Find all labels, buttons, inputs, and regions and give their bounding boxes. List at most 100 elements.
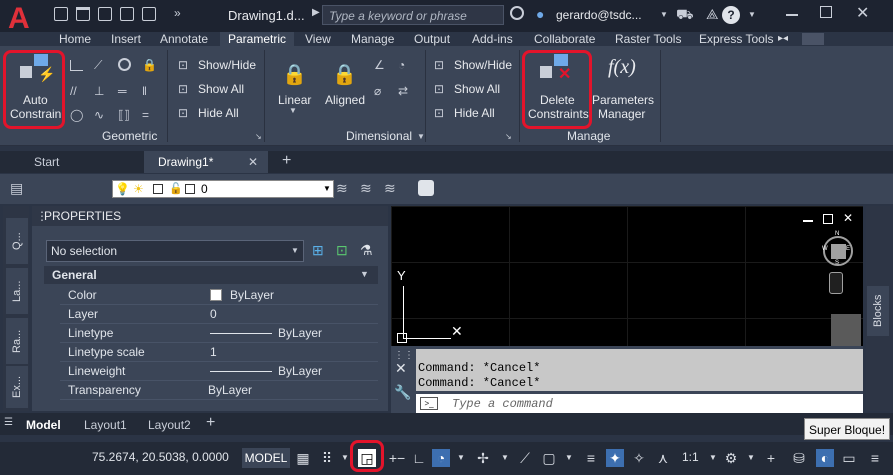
clean-screen-icon[interactable]: ▭ — [840, 449, 858, 467]
tab-layout1[interactable]: Layout1 — [84, 415, 127, 435]
chevron-down-icon[interactable]: ▼ — [660, 10, 668, 19]
object-snap-icon[interactable]: ▢ — [540, 449, 558, 467]
ortho-icon[interactable]: ∟ — [410, 449, 428, 467]
property-row-linetype[interactable]: Linetype ByLayer — [60, 324, 378, 343]
tab-view[interactable]: View — [305, 32, 331, 46]
isodraft-dropdown-icon[interactable]: ▼ — [496, 449, 514, 467]
smooth-icon[interactable]: ∿ — [94, 108, 107, 122]
search-icon[interactable] — [510, 6, 524, 20]
tab-express-tools[interactable]: Express Tools — [699, 32, 773, 46]
tab-layers[interactable]: La... — [6, 268, 28, 314]
polar-dropdown-icon[interactable]: ▼ — [452, 449, 470, 467]
radial-icon[interactable]: ◔ — [398, 58, 411, 72]
linear-button[interactable]: Linear — [278, 93, 311, 107]
object-snap-tracking-icon[interactable]: ⟋ — [516, 449, 534, 467]
parallel-icon[interactable]: // — [70, 84, 83, 98]
graphics-performance-icon[interactable]: ◐ — [816, 449, 834, 467]
user-name[interactable]: gerardo@tsdc... — [556, 8, 642, 22]
cart-icon[interactable]: ⛟ — [676, 6, 694, 25]
isodraft-icon[interactable]: ✢ — [474, 449, 492, 467]
tab-insert[interactable]: Insert — [111, 32, 141, 46]
symmetric-icon[interactable]: ⟦⟧ — [118, 108, 131, 122]
tab-parametric[interactable]: Parametric — [220, 32, 295, 46]
lineweight-icon[interactable]: ≡ — [582, 449, 600, 467]
viewcube-compass[interactable]: N S E W — [822, 231, 853, 266]
viewcube-icon[interactable] — [831, 244, 846, 259]
layout-menu-icon[interactable]: ☰ — [4, 417, 16, 431]
close-icon[interactable]: ✕ — [856, 3, 869, 23]
geo-show-all-button[interactable]: Show All — [198, 82, 244, 96]
perpendicular-icon[interactable]: ⊥ — [94, 84, 107, 98]
model-space-button[interactable]: MODEL — [242, 448, 290, 468]
tab-home[interactable]: Home — [59, 32, 91, 46]
navigation-bar-icon[interactable] — [829, 272, 843, 294]
new-tab-button[interactable]: + — [282, 152, 291, 170]
tab-quick-properties[interactable]: Q... — [6, 218, 28, 264]
dim-show-hide-button[interactable]: Show/Hide — [454, 58, 512, 72]
save-icon[interactable] — [98, 7, 112, 21]
tangent-icon[interactable]: ◯ — [70, 108, 83, 122]
toggle-pickadd-icon[interactable]: ⊞ — [312, 242, 324, 259]
concentric-icon[interactable] — [118, 58, 131, 71]
layer-previous-icon[interactable]: ≋ — [384, 180, 396, 197]
vertical-icon[interactable]: ‖ — [142, 84, 155, 98]
property-row-layer[interactable]: Layer 0 — [60, 305, 378, 324]
annotation-visibility-icon[interactable]: ✦ — [606, 449, 624, 467]
dimensional-dropdown-icon[interactable]: ▼ — [417, 132, 425, 141]
close-tab-icon[interactable]: ✕ — [248, 155, 258, 169]
linear-dropdown-icon[interactable]: ▼ — [289, 106, 297, 115]
properties-header[interactable]: ⋮ PROPERTIES — [32, 206, 388, 226]
tab-start[interactable]: Start — [20, 151, 140, 173]
geometric-launcher-icon[interactable]: ↘ — [255, 132, 262, 141]
horizontal-icon[interactable]: ═ — [118, 84, 131, 98]
open-file-icon[interactable] — [76, 7, 90, 21]
polar-tracking-icon[interactable]: ◔ — [432, 449, 450, 467]
workspace-dropdown-icon[interactable]: ▼ — [742, 449, 760, 467]
tab-raster[interactable]: Ra... — [6, 318, 28, 364]
select-objects-icon[interactable]: ⊡ — [336, 242, 348, 259]
aligned-button[interactable]: Aligned — [325, 93, 365, 107]
layer-help-icon[interactable] — [418, 180, 434, 196]
grid-icon[interactable]: ▦ — [294, 449, 312, 467]
print-icon[interactable] — [142, 7, 156, 21]
annotation-scale-icon[interactable]: ⋏ — [654, 449, 672, 467]
dimensional-launcher-icon[interactable]: ↘ — [505, 132, 512, 141]
viewport-minimize-icon[interactable] — [803, 220, 813, 222]
command-close-icon[interactable]: ✕ — [395, 360, 407, 377]
geo-hide-all-button[interactable]: Hide All — [198, 106, 239, 120]
app-logo[interactable]: A — [8, 4, 38, 34]
layer-properties-icon[interactable]: ▤ — [10, 180, 23, 197]
general-section-header[interactable]: General ▼ — [44, 266, 378, 284]
tab-external-refs[interactable]: Ex... — [6, 366, 28, 408]
help-dropdown-icon[interactable]: ▼ — [748, 10, 756, 19]
property-row-lineweight[interactable]: Lineweight ByLayer — [60, 362, 378, 381]
minimize-icon[interactable] — [786, 14, 798, 16]
help-icon[interactable]: ? — [722, 6, 740, 24]
quick-select-icon[interactable]: ⚗ — [360, 242, 373, 259]
auto-scale-icon[interactable]: ✧ — [630, 449, 648, 467]
dynamic-input-icon[interactable]: +− — [388, 449, 406, 467]
selection-dropdown[interactable]: No selection ▼ — [46, 240, 304, 262]
tab-collaborate[interactable]: Collaborate — [534, 32, 595, 46]
convert-icon[interactable]: ⇄ — [398, 84, 411, 98]
more-tabs-icon[interactable]: ▸◂ — [778, 32, 788, 46]
customization-menu-icon[interactable]: ≡ — [866, 449, 884, 467]
scale-dropdown-icon[interactable]: ▼ — [704, 449, 722, 467]
add-layout-button[interactable]: + — [206, 413, 215, 433]
parameters-manager-label-1[interactable]: Parameters — [592, 93, 654, 107]
annotation-scale-value[interactable]: 1:1 — [682, 450, 699, 464]
tab-add-ins[interactable]: Add-ins — [472, 32, 513, 46]
snap-icon[interactable]: ⠿ — [318, 449, 336, 467]
viewport-restore-icon[interactable] — [823, 214, 833, 224]
save-as-icon[interactable] — [120, 7, 134, 21]
tab-model[interactable]: Model — [26, 415, 61, 435]
viewport-close-icon[interactable]: ✕ — [843, 211, 853, 225]
tab-layout2[interactable]: Layout2 — [148, 415, 191, 435]
property-row-linetype-scale[interactable]: Linetype scale 1 — [60, 343, 378, 362]
workspace-gear-icon[interactable]: ⚙ — [722, 449, 740, 467]
customize-icon[interactable]: 🔧 — [394, 384, 411, 401]
command-prompt-icon[interactable]: >_ — [420, 397, 438, 410]
navigation-wheel-icon[interactable] — [831, 314, 861, 346]
chevron-right-icon[interactable]: ▶ — [312, 7, 320, 18]
dim-show-all-button[interactable]: Show All — [454, 82, 500, 96]
